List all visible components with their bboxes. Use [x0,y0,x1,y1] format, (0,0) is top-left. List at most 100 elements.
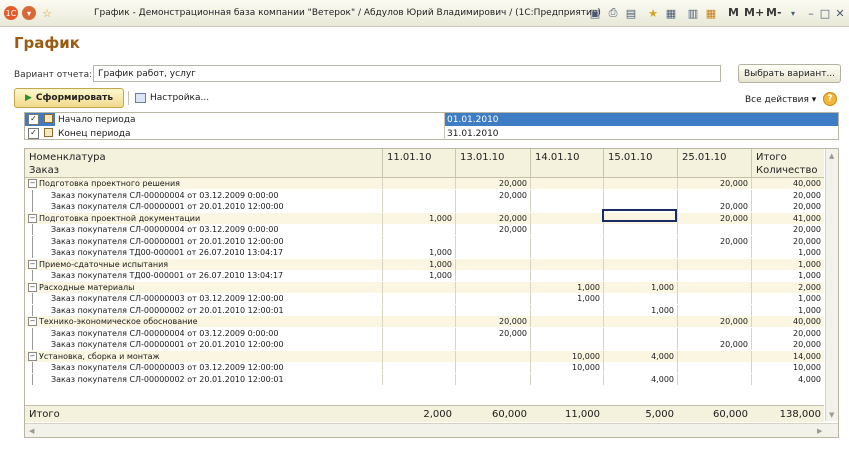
table-row[interactable]: Заказ покупателя СЛ-00000003 от 03.12.20… [25,293,824,304]
app-logo-icon[interactable]: 1С [4,6,18,20]
value-cell[interactable]: 20,000 [677,317,748,326]
nav-menu-icon[interactable]: ▾ [22,6,36,20]
favorite-star-icon[interactable]: ☆ [40,6,54,20]
value-cell[interactable]: 4,000 [751,375,821,384]
value-cell[interactable]: 40,000 [751,317,821,326]
memory-plus-button[interactable]: M+ [744,6,764,19]
calculator-icon[interactable]: ▥ [686,6,700,20]
table-row[interactable]: Заказ покупателя ТД00-000001 от 26.07.20… [25,270,824,281]
param-checkbox[interactable]: ✓ [28,114,39,125]
value-cell[interactable]: 20,000 [455,214,527,223]
group-row[interactable]: − Приемо-сдаточные испытания 1,000 1,000 [25,258,824,270]
collapse-toggle-icon[interactable]: − [28,179,37,188]
value-cell[interactable]: 4,000 [603,352,674,361]
param-checkbox[interactable]: ✓ [28,128,39,139]
value-cell[interactable]: 40,000 [751,179,821,188]
vertical-scrollbar[interactable]: ▲ ▼ [825,149,838,421]
value-cell[interactable]: 20,000 [677,340,748,349]
table-row[interactable]: Заказ покупателя СЛ-00000002 от 20.01.20… [25,373,824,385]
table-row[interactable]: Заказ покупателя СЛ-00000003 от 03.12.20… [25,362,824,373]
preview-icon[interactable]: ▤ [624,6,638,20]
variant-field[interactable]: График работ, услуг [93,65,721,82]
group-row[interactable]: − Подготовка проектного решения 20,000 20,0… [25,178,824,189]
value-cell[interactable]: 20,000 [677,202,748,211]
settings-button[interactable]: Настройка... [135,93,209,103]
value-cell[interactable]: 41,000 [751,214,821,223]
save-icon[interactable]: ▣ [588,6,602,20]
table-row[interactable]: Заказ покупателя СЛ-00000004 от 03.12.20… [25,189,824,201]
value-cell[interactable]: 20,000 [751,237,821,246]
memory-minus-button[interactable]: M- [766,6,782,19]
generate-button[interactable]: ▶ Сформировать [14,88,124,108]
value-cell[interactable]: 1,000 [751,248,821,257]
value-cell[interactable]: 1,000 [751,306,821,315]
value-cell[interactable]: 10,000 [530,363,600,372]
value-cell[interactable]: 20,000 [455,329,527,338]
value-cell[interactable]: 20,000 [455,317,527,326]
value-cell[interactable]: 1,000 [603,283,674,292]
param-row-start[interactable]: ✓ Начало периода 01.01.2010 [25,113,838,126]
value-cell[interactable]: 20,000 [455,225,527,234]
calendar-icon[interactable]: ▦ [664,6,678,20]
collapse-toggle-icon[interactable]: − [28,213,37,223]
group-row[interactable]: − Расходные материалы 1,000 1,000 2,000 [25,281,824,293]
memory-button[interactable]: M [728,6,739,19]
param-value[interactable]: 31.01.2010 [447,129,499,139]
print-icon[interactable]: ⎙ [606,6,620,20]
scroll-left-icon[interactable]: ◀ [29,427,34,435]
value-cell[interactable]: 20,000 [455,191,527,200]
value-cell[interactable]: 14,000 [751,352,821,361]
value-cell[interactable]: 10,000 [751,363,821,372]
dropdown-icon[interactable]: ▾ [786,6,800,20]
value-cell[interactable]: 20,000 [455,179,527,188]
all-actions-menu[interactable]: Все действия ▾ [745,95,816,105]
value-cell[interactable]: 20,000 [751,202,821,211]
table-row[interactable]: Заказ покупателя СЛ-00000004 от 03.12.20… [25,224,824,235]
table-row[interactable]: Заказ покупателя СЛ-00000002 от 20.01.20… [25,304,824,316]
collapse-toggle-icon[interactable]: − [28,317,37,326]
value-cell[interactable]: 1,000 [751,271,821,280]
value-cell[interactable]: 10,000 [530,352,600,361]
value-cell[interactable]: 20,000 [751,225,821,234]
param-row-end[interactable]: ✓ Конец периода 31.01.2010 [25,127,838,140]
param-value[interactable]: 01.01.2010 [447,115,499,125]
favorites-icon[interactable]: ★ [646,6,660,20]
table-row[interactable]: Заказ покупателя СЛ-00000001 от 20.01.20… [25,339,824,350]
value-cell[interactable]: 20,000 [751,340,821,349]
value-cell[interactable]: 1,000 [382,214,452,223]
scroll-right-icon[interactable]: ▶ [817,427,822,435]
value-cell[interactable]: 20,000 [751,191,821,200]
collapse-toggle-icon[interactable]: − [28,282,37,292]
group-row[interactable]: − Установка, сборка и монтаж 10,000 4,000 14… [25,350,824,362]
selected-cell[interactable] [602,209,677,222]
table-row[interactable]: Заказ покупателя СЛ-00000004 от 03.12.20… [25,327,824,339]
value-cell[interactable]: 20,000 [751,329,821,338]
value-cell[interactable]: 1,000 [382,248,452,257]
value-cell[interactable]: 20,000 [677,179,748,188]
value-cell[interactable]: 4,000 [603,375,674,384]
value-cell[interactable]: 20,000 [677,237,748,246]
maximize-icon[interactable]: □ [818,6,832,20]
table-row[interactable]: Заказ покупателя СЛ-00000001 от 20.01.20… [25,201,824,212]
minimize-icon[interactable]: – [804,6,818,20]
value-cell[interactable]: 20,000 [677,214,748,223]
select-variant-button[interactable]: Выбрать вариант... [738,64,841,83]
scroll-down-icon[interactable]: ▼ [829,411,834,419]
value-cell[interactable]: 1,000 [530,294,600,303]
collapse-toggle-icon[interactable]: − [28,259,37,269]
calendar-day-icon[interactable]: ▦ [704,6,718,20]
scroll-up-icon[interactable]: ▲ [829,152,834,160]
help-icon[interactable]: ? [823,92,837,106]
value-cell[interactable]: 1,000 [382,271,452,280]
table-row[interactable]: Заказ покупателя ТД00-000001 от 26.07.20… [25,247,824,258]
value-cell[interactable]: 2,000 [751,283,821,292]
close-icon[interactable]: ✕ [833,6,847,20]
group-row[interactable]: − Технико-экономическое обоснование 20,000… [25,316,824,327]
value-cell[interactable]: 1,000 [751,260,821,269]
value-cell[interactable]: 1,000 [603,306,674,315]
report-spreadsheet[interactable]: Номенклатура Заказ 11.01.10 13.01.10 14.… [24,148,839,438]
value-cell[interactable]: 1,000 [751,294,821,303]
table-row[interactable]: Заказ покупателя СЛ-00000001 от 20.01.20… [25,235,824,247]
horizontal-scrollbar[interactable]: ◀ ▶ [25,423,838,437]
value-cell[interactable]: 1,000 [382,260,452,269]
